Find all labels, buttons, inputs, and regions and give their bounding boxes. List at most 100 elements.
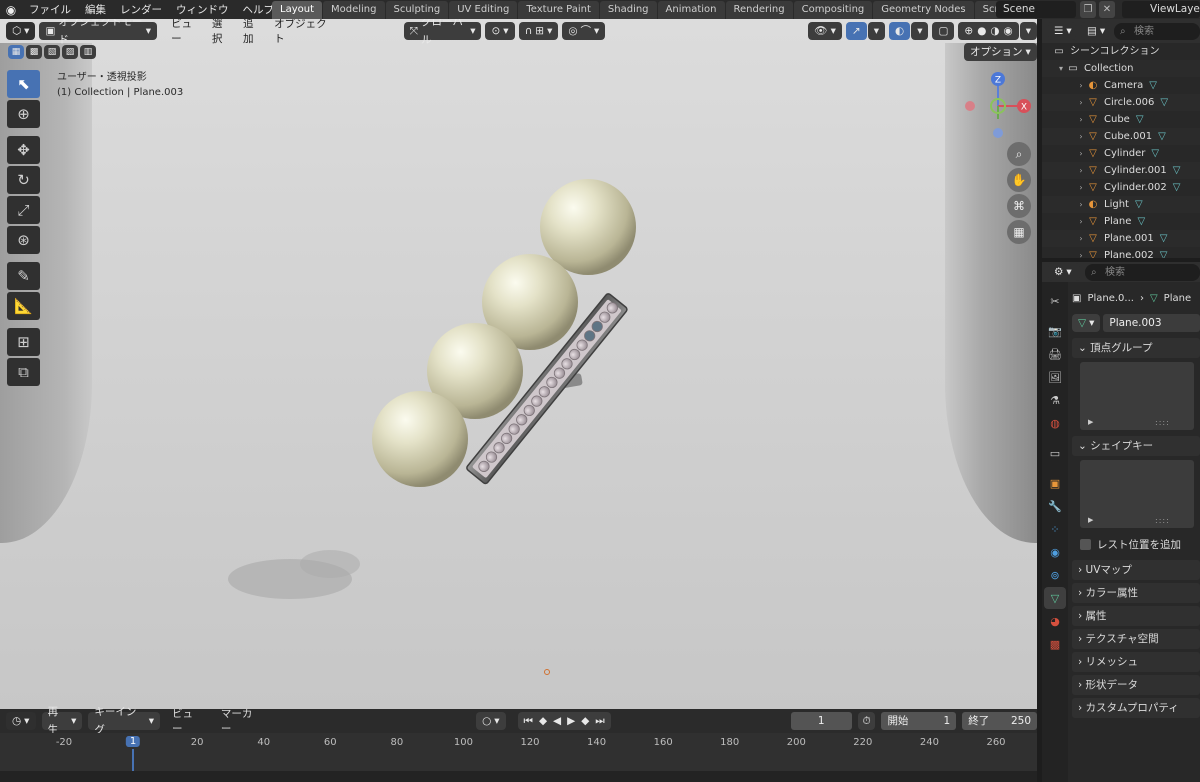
mesh-data-icon[interactable]: ▽ [1136, 111, 1144, 128]
scene-selector[interactable]: Scene [996, 1, 1076, 18]
mode-selector[interactable]: ▣ オブジェクトモード ▾ [39, 19, 158, 46]
workspace-tab-compositing[interactable]: Compositing [793, 1, 873, 19]
collapsed-panel[interactable]: › 形状データ [1072, 675, 1200, 695]
blender-logo-icon[interactable]: ◉ [0, 0, 22, 19]
vertex-groups-list[interactable]: ▶:::: [1080, 362, 1194, 430]
play-icon[interactable]: ▶ [567, 712, 575, 730]
physics-tab-icon[interactable]: ◉ [1044, 541, 1066, 563]
scene-tab-icon[interactable]: ⚗ [1044, 389, 1066, 411]
auto-keying-button[interactable]: ○ ▾ [476, 712, 506, 730]
collapsed-panel[interactable]: › テクスチャ空間 [1072, 629, 1200, 649]
start-frame-field[interactable]: 開始 1 [881, 712, 957, 730]
view-layer-tab-icon[interactable]: 🖼 [1044, 366, 1066, 388]
3d-viewport[interactable]: ⬡ ▾ ▣ オブジェクトモード ▾ ビュー 選択 追加 オブジェクト ⤧ グローバル ▾ … [0, 19, 1037, 709]
gizmo-neg-z[interactable] [993, 128, 1003, 138]
hand-icon[interactable]: ✋ [1007, 168, 1031, 192]
mesh-data-icon[interactable]: ▽ [1135, 196, 1143, 213]
jump-start-icon[interactable]: ⏮ [524, 712, 533, 730]
viewport-menu-add[interactable]: 追加 [237, 19, 268, 46]
timeline-marker-menu[interactable]: マーカー [215, 706, 268, 736]
mesh-data-icon[interactable]: ▽ [1158, 128, 1166, 145]
outliner-item[interactable]: › ▽ Plane ▽ [1042, 213, 1200, 230]
material-tab-icon[interactable]: ◕ [1044, 610, 1066, 632]
gizmo-neg-x[interactable] [965, 101, 975, 111]
transform-orientation[interactable]: ⤧ グローバル ▾ [403, 19, 482, 46]
collapsed-panel[interactable]: › UVマップ [1072, 560, 1200, 580]
playhead-frame[interactable]: 1 [125, 736, 141, 747]
snap-button[interactable]: ∩ ⊞ ▾ [518, 22, 559, 40]
outliner-search-input[interactable]: ⌕ 検索 [1114, 22, 1200, 40]
select-new-icon[interactable]: ▦ [8, 45, 24, 59]
expand-triangle-icon[interactable]: ▶ [1088, 516, 1093, 524]
editor-type-button[interactable]: ⬡ ▾ [6, 22, 36, 40]
grid-perspective-icon[interactable]: ▦ [1007, 220, 1031, 244]
gizmo-toggle[interactable]: ↗ [845, 22, 867, 40]
solid-shading-icon[interactable]: ● [977, 22, 986, 40]
collection-row[interactable]: ▾ ▭ Collection [1042, 60, 1200, 77]
rendered-shading-icon[interactable]: ◉ [1004, 22, 1013, 40]
end-frame-field[interactable]: 終了 250 [962, 712, 1037, 730]
mesh-data-icon[interactable]: ▽ [1160, 247, 1168, 258]
select-extend-icon[interactable]: ▩ [26, 45, 42, 59]
mesh-data-icon[interactable]: ▽ [1137, 213, 1145, 230]
viewport-menu-view[interactable]: ビュー [165, 19, 206, 46]
pearl-4[interactable] [540, 179, 636, 275]
annotate-tool[interactable]: ✎ [7, 262, 40, 290]
view-layer-selector[interactable]: ViewLayer [1122, 1, 1200, 18]
select-intersect-icon[interactable]: ▥ [80, 45, 96, 59]
world-tab-icon[interactable]: ◍ [1044, 412, 1066, 434]
chevron-right-icon[interactable]: › [1076, 77, 1086, 94]
collapsed-panel[interactable]: › リメッシュ [1072, 652, 1200, 672]
mesh-data-tab-icon[interactable]: ▽ [1044, 587, 1066, 609]
resize-grip-icon[interactable]: :::: [1155, 516, 1170, 525]
outliner-item[interactable]: › ▽ Cylinder ▽ [1042, 145, 1200, 162]
shading-modes[interactable]: ⊕ ● ◑ ◉ [958, 22, 1019, 40]
jump-end-icon[interactable]: ⏭ [595, 712, 604, 730]
select-subtract-icon[interactable]: ▧ [44, 45, 60, 59]
outliner-item[interactable]: › ◐ Light ▽ [1042, 196, 1200, 213]
menu-window[interactable]: ウィンドウ [169, 2, 236, 17]
scale-tool[interactable]: ⤢ [7, 196, 40, 224]
stopwatch-icon[interactable]: ⏱ [857, 712, 876, 730]
texture-tab-icon[interactable]: ▩ [1044, 633, 1066, 655]
prev-keyframe-icon[interactable]: ◆ [539, 712, 547, 730]
properties-search-input[interactable]: ⌕ 検索 [1085, 263, 1200, 281]
timeline-editor-type[interactable]: ◷ ▾ [6, 712, 36, 730]
object-tab-icon[interactable]: ▣ [1044, 472, 1066, 494]
keying-menu[interactable]: キーイング ▾ [88, 706, 160, 736]
mesh-name-field[interactable]: Plane.003 [1103, 314, 1200, 332]
outliner-item[interactable]: › ▽ Cylinder.001 ▽ [1042, 162, 1200, 179]
render-tab-icon[interactable]: 📷 [1044, 320, 1066, 342]
mesh-browse-button[interactable]: ▽ ▾ [1072, 314, 1101, 332]
playhead-line[interactable] [132, 749, 134, 771]
workspace-tab-texture-paint[interactable]: Texture Paint [518, 1, 599, 19]
checkbox-box[interactable] [1080, 538, 1091, 550]
chevron-right-icon[interactable]: › [1076, 230, 1086, 247]
shape-keys-list[interactable]: ▶:::: [1080, 460, 1194, 528]
proportional-edit-button[interactable]: ◎ ⌒ ▾ [562, 22, 606, 40]
workspace-tab-geometry-nodes[interactable]: Geometry Nodes [873, 1, 974, 19]
collapsed-panel[interactable]: › 属性 [1072, 606, 1200, 626]
add-cube-tool[interactable]: ⊞ [7, 328, 40, 356]
material-shading-icon[interactable]: ◑ [990, 22, 999, 40]
chevron-right-icon[interactable]: › [1076, 128, 1086, 145]
add-rest-position-checkbox[interactable]: レスト位置を追加 [1072, 534, 1200, 554]
tool-tab-icon[interactable]: ✂ [1044, 290, 1066, 312]
outliner-item[interactable]: › ▽ Plane.001 ▽ [1042, 230, 1200, 247]
chevron-right-icon[interactable]: › [1076, 247, 1086, 258]
play-reverse-icon[interactable]: ◀ [553, 712, 561, 730]
viewport-menu-object[interactable]: オブジェクト [268, 19, 338, 46]
select-box-tool[interactable]: ⬉ [7, 70, 40, 98]
chevron-right-icon[interactable]: › [1076, 196, 1086, 213]
measure-tool[interactable]: 📐 [7, 292, 40, 320]
copy-icon[interactable]: ❐ [1080, 1, 1096, 18]
workspace-tab-sculpting[interactable]: Sculpting [385, 1, 449, 19]
timeline-view-menu[interactable]: ビュー [166, 706, 209, 736]
collapsed-panel[interactable]: › カラー属性 [1072, 583, 1200, 603]
cursor-tool[interactable]: ⊕ [7, 100, 40, 128]
properties-editor-type[interactable]: ⚙ ▾ [1048, 263, 1080, 281]
current-frame-field[interactable]: 1 [790, 712, 852, 730]
constraints-tab-icon[interactable]: ⊚ [1044, 564, 1066, 586]
workspace-tab-modeling[interactable]: Modeling [323, 1, 385, 19]
mesh-data-icon[interactable]: ▽ [1149, 77, 1157, 94]
